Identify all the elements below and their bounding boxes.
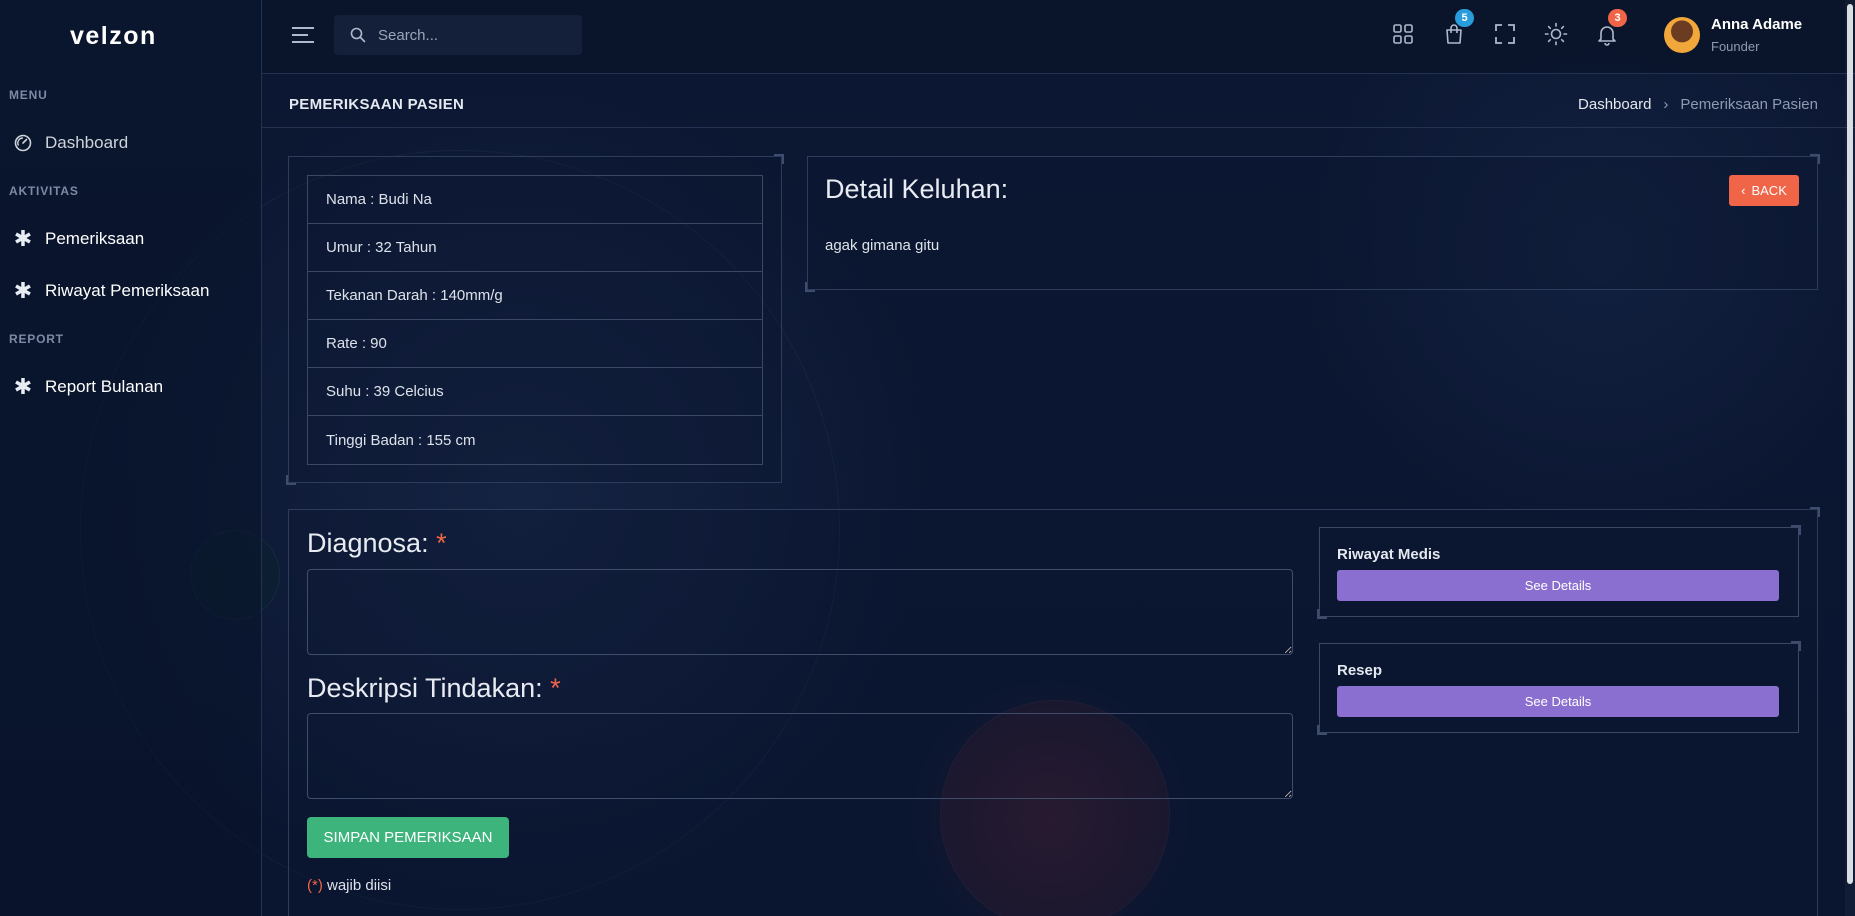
theme-toggle-sun-icon[interactable] bbox=[1544, 22, 1568, 46]
breadcrumb-dashboard-link[interactable]: Dashboard bbox=[1578, 96, 1651, 113]
required-note-text: wajib diisi bbox=[322, 877, 392, 894]
cart-count-badge: 5 bbox=[1455, 9, 1474, 27]
chevron-left-icon: ‹ bbox=[1741, 183, 1746, 198]
resep-title: Resep bbox=[1337, 662, 1383, 679]
riwayat-medis-see-details-button[interactable]: See Details bbox=[1337, 570, 1779, 601]
card-corner-decoration bbox=[1810, 507, 1820, 517]
card-corner-decoration bbox=[1317, 725, 1327, 735]
breadcrumb-current: Pemeriksaan Pasien bbox=[1680, 96, 1818, 113]
sidebar-item-dashboard[interactable]: Dashboard bbox=[14, 133, 128, 153]
search-icon bbox=[350, 27, 366, 43]
patient-info-rate: Rate : 90 bbox=[308, 320, 762, 368]
back-button[interactable]: ‹ BACK bbox=[1729, 175, 1799, 206]
sidebar-section-title-aktivitas: AKTIVITAS bbox=[9, 184, 79, 198]
patient-info-umur: Umur : 32 Tahun bbox=[308, 224, 762, 272]
required-note-mark: (*) bbox=[307, 877, 323, 894]
required-note: (*) wajib diisi bbox=[307, 877, 391, 894]
sidebar-item-riwayat-pemeriksaan[interactable]: ✱ Riwayat Pemeriksaan bbox=[13, 278, 210, 303]
resep-card: Resep See Details bbox=[1317, 641, 1801, 735]
sidebar-item-report-bulanan[interactable]: ✱ Report Bulanan bbox=[13, 374, 164, 399]
sidebar-item-pemeriksaan[interactable]: ✱ Pemeriksaan bbox=[13, 226, 145, 251]
diagnosa-textarea[interactable] bbox=[307, 569, 1293, 655]
avatar[interactable] bbox=[1664, 17, 1700, 53]
patient-info-suhu: Suhu : 39 Celcius bbox=[308, 368, 762, 416]
scrollbar-thumb[interactable] bbox=[1847, 4, 1853, 884]
diagnosa-label-text: Diagnosa: bbox=[307, 528, 429, 558]
sidebar-item-label: Pemeriksaan bbox=[45, 229, 145, 248]
page-title: PEMERIKSAAN PASIEN bbox=[289, 96, 465, 113]
hamburger-menu-icon[interactable] bbox=[292, 27, 314, 43]
required-asterisk: * bbox=[436, 528, 447, 558]
patient-info-card: Nama : Budi Na Umur : 32 Tahun Tekanan D… bbox=[286, 154, 784, 485]
card-corner-decoration bbox=[1317, 609, 1327, 619]
chevron-right-icon: › bbox=[1663, 96, 1669, 113]
asterisk-icon: ✱ bbox=[13, 374, 33, 399]
deskripsi-tindakan-label: Deskripsi Tindakan: * bbox=[307, 673, 561, 704]
patient-info-nama: Nama : Budi Na bbox=[308, 176, 762, 224]
asterisk-icon: ✱ bbox=[13, 226, 33, 251]
resep-see-details-button[interactable]: See Details bbox=[1337, 686, 1779, 717]
sidebar-item-label: Dashboard bbox=[45, 133, 129, 152]
user-name[interactable]: Anna Adame bbox=[1711, 16, 1802, 33]
cart-button[interactable]: 5 bbox=[1442, 9, 1474, 46]
brand-logo[interactable]: velzon bbox=[70, 22, 157, 51]
fullscreen-icon[interactable] bbox=[1493, 22, 1517, 46]
breadcrumb: Dashboard › Pemeriksaan Pasien bbox=[1578, 96, 1818, 113]
diagnosa-label: Diagnosa: * bbox=[307, 528, 447, 559]
dashboard-gauge-icon bbox=[14, 134, 32, 152]
topbar: 5 3 Anna Adame Founder bbox=[262, 0, 1855, 74]
user-role: Founder bbox=[1711, 39, 1760, 54]
page-scrollbar[interactable] bbox=[1845, 0, 1855, 916]
card-corner-decoration bbox=[805, 282, 815, 292]
patient-info-list: Nama : Budi Na Umur : 32 Tahun Tekanan D… bbox=[307, 175, 763, 465]
patient-info-tinggi-badan: Tinggi Badan : 155 cm bbox=[326, 431, 476, 449]
notifications-button[interactable]: 3 bbox=[1595, 9, 1627, 46]
asterisk-icon: ✱ bbox=[13, 278, 33, 303]
deskripsi-tindakan-textarea[interactable] bbox=[307, 713, 1293, 799]
complaint-text: agak gimana gitu bbox=[825, 237, 940, 254]
sidebar: velzon MENU Dashboard AKTIVITAS ✱ Pemeri… bbox=[0, 0, 262, 916]
card-corner-decoration bbox=[1791, 641, 1801, 651]
riwayat-medis-title: Riwayat Medis bbox=[1337, 546, 1441, 563]
card-corner-decoration bbox=[286, 475, 296, 485]
notification-count-badge: 3 bbox=[1608, 9, 1627, 27]
simpan-pemeriksaan-button[interactable]: SIMPAN PEMERIKSAAN bbox=[307, 817, 509, 858]
sidebar-item-label: Report Bulanan bbox=[45, 377, 164, 396]
sidebar-section-title-report: REPORT bbox=[9, 332, 64, 346]
sidebar-item-label: Riwayat Pemeriksaan bbox=[45, 281, 210, 300]
complaint-heading: Detail Keluhan: bbox=[825, 174, 1009, 204]
required-asterisk: * bbox=[550, 673, 561, 703]
back-button-label: BACK bbox=[1751, 183, 1787, 198]
sidebar-section-title-menu: MENU bbox=[9, 88, 48, 102]
apps-grid-icon[interactable] bbox=[1391, 22, 1415, 46]
patient-info-tekanan-darah: Tekanan Darah : 140mm/g bbox=[308, 272, 762, 320]
card-corner-decoration bbox=[1810, 154, 1820, 164]
search-box bbox=[334, 15, 582, 55]
search-input[interactable] bbox=[378, 26, 568, 44]
card-corner-decoration bbox=[774, 154, 784, 164]
page-title-bar: PEMERIKSAAN PASIEN Dashboard › Pemeriksa… bbox=[262, 74, 1855, 128]
card-corner-decoration bbox=[1791, 525, 1801, 535]
complaint-detail-card: Detail Keluhan: agak gimana gitu ‹ BACK bbox=[805, 154, 1820, 292]
deskripsi-tindakan-label-text: Deskripsi Tindakan: bbox=[307, 673, 543, 703]
riwayat-medis-card: Riwayat Medis See Details bbox=[1317, 525, 1801, 619]
